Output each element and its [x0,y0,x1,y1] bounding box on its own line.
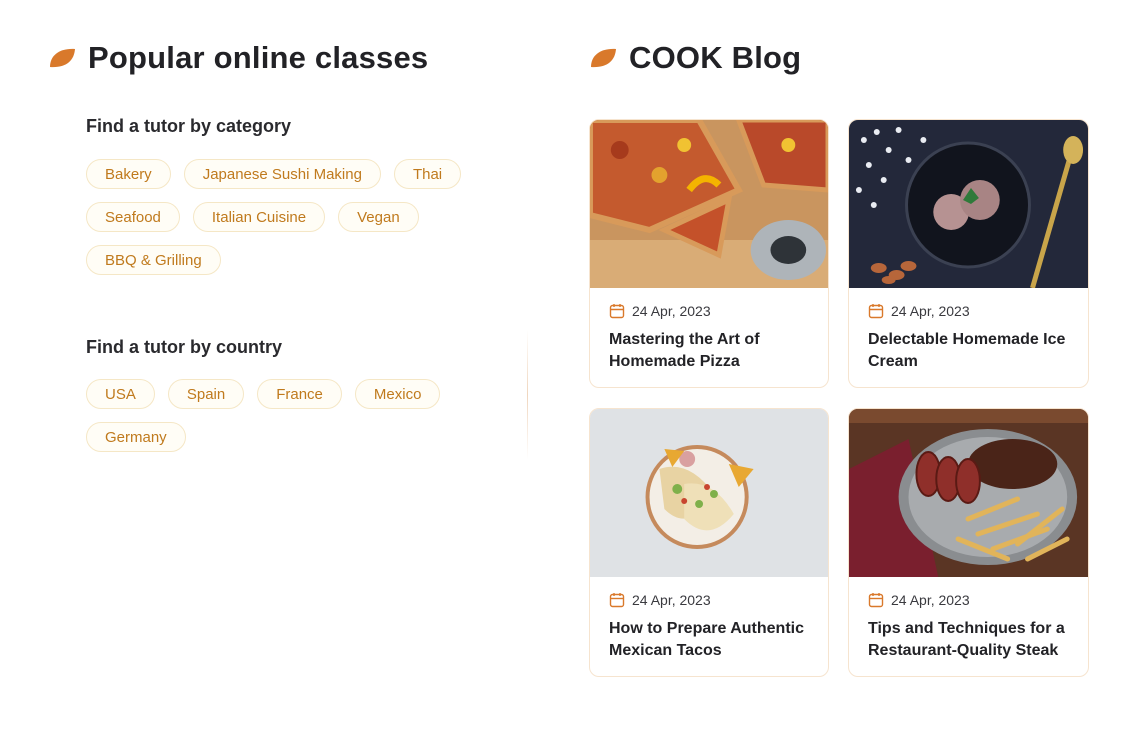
post-date: 24 Apr, 2023 [868,592,1069,608]
post-title[interactable]: How to Prepare Authentic Mexican Tacos [609,618,809,662]
country-heading: Find a tutor by country [86,337,282,357]
blog-card[interactable]: 24 Apr, 2023 Delectable Homemade Ice Cre… [848,119,1089,388]
blog-card[interactable]: 24 Apr, 2023 How to Prepare Authentic Me… [589,408,829,677]
calendar-icon [868,304,884,319]
category-tag-list: Bakery Japanese Sushi Making Thai Seafoo… [86,159,506,275]
category-tag-seafood[interactable]: Seafood [86,202,180,232]
category-heading: Find a tutor by category [86,116,292,136]
category-tag-japanese-sushi-making[interactable]: Japanese Sushi Making [183,159,381,189]
post-title[interactable]: Tips and Techniques for a Restaurant-Qua… [868,618,1069,662]
country-tag-list: USA Spain France Mexico Germany [86,379,506,452]
blog-section-title: COOK Blog [589,40,801,76]
leaf-icon [591,48,616,68]
country-tag-mexico[interactable]: Mexico [354,379,441,409]
calendar-icon [609,304,625,319]
country-tag-germany[interactable]: Germany [86,422,186,452]
post-date: 24 Apr, 2023 [609,303,809,319]
post-date-text: 24 Apr, 2023 [632,303,711,319]
calendar-icon [868,593,884,608]
steak-photo [849,409,1088,577]
country-tag-usa[interactable]: USA [86,379,155,409]
classes-section-title: Popular online classes [48,40,428,76]
post-title[interactable]: Mastering the Art of Homemade Pizza [609,329,809,373]
post-date: 24 Apr, 2023 [609,592,809,608]
country-tag-spain[interactable]: Spain [167,379,245,409]
post-title[interactable]: Delectable Homemade Ice Cream [868,329,1069,373]
blog-title-text: COOK Blog [629,40,802,75]
blog-card[interactable]: 24 Apr, 2023 Tips and Techniques for a R… [848,408,1089,677]
page: Popular online classes Find a tutor by c… [0,0,1137,730]
ice-cream-photo [849,120,1088,288]
category-tag-vegan[interactable]: Vegan [338,202,419,232]
pizza-photo [590,120,828,288]
section-divider [527,330,528,460]
category-tag-thai[interactable]: Thai [393,159,462,189]
category-tag-italian-cuisine[interactable]: Italian Cuisine [192,202,326,232]
classes-title-text: Popular online classes [88,40,429,75]
post-date-text: 24 Apr, 2023 [891,592,970,608]
leaf-icon [50,48,75,68]
category-tag-bbq-grilling[interactable]: BBQ & Grilling [86,245,221,275]
post-date: 24 Apr, 2023 [868,303,1069,319]
calendar-icon [609,593,625,608]
blog-card[interactable]: 24 Apr, 2023 Mastering the Art of Homema… [589,119,829,388]
blog-card-grid: 24 Apr, 2023 Mastering the Art of Homema… [589,119,1091,677]
post-date-text: 24 Apr, 2023 [632,592,711,608]
post-date-text: 24 Apr, 2023 [891,303,970,319]
country-tag-france[interactable]: France [257,379,342,409]
category-tag-bakery[interactable]: Bakery [86,159,171,189]
tacos-photo [590,409,828,577]
